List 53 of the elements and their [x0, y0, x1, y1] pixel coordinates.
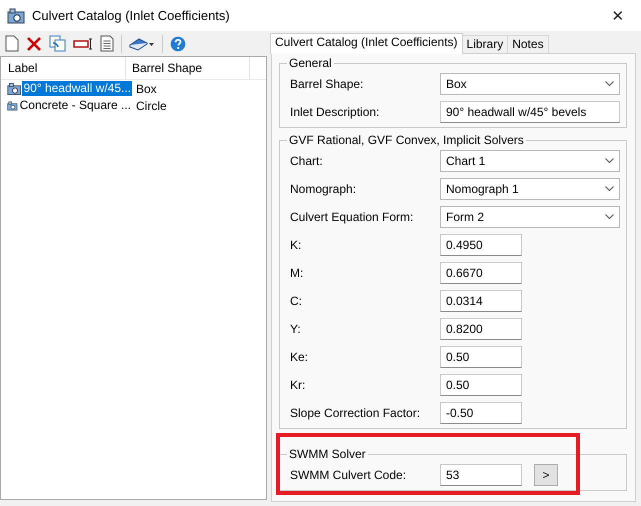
column-header[interactable]: Label: [1, 57, 126, 79]
field-label: Ke:: [289, 350, 310, 364]
tab[interactable]: Culvert Catalog (Inlet Coefficients): [270, 33, 463, 54]
input-field[interactable]: 0.50: [440, 346, 522, 368]
field-label: Kr:: [289, 378, 306, 392]
column-header[interactable]: Barrel Shape: [126, 57, 250, 79]
field-label: SWMM Culvert Code:: [289, 468, 408, 482]
duplicate-icon[interactable]: [49, 35, 66, 52]
input-field[interactable]: 0.6670: [440, 262, 522, 284]
group-title: GVF Rational, GVF Convex, Implicit Solvers: [288, 133, 525, 147]
new-document-icon[interactable]: [5, 35, 19, 52]
field-label: Nomograph:: [289, 182, 358, 196]
field-label: Barrel Shape:: [289, 77, 364, 91]
group-title: General: [288, 56, 333, 70]
dropdown[interactable]: Nomograph 1: [440, 178, 620, 200]
field-label: Y:: [289, 322, 302, 336]
rename-icon[interactable]: [73, 38, 93, 50]
dropdown[interactable]: Chart 1: [440, 150, 620, 172]
list-item[interactable]: Concrete - Square ...: [18, 98, 132, 113]
input-field[interactable]: 0.50: [440, 374, 522, 396]
input-field[interactable]: 53: [440, 464, 522, 486]
list-item[interactable]: 90° headwall w/45...: [22, 81, 132, 96]
field-label: Inlet Description:: [289, 105, 380, 119]
dropdown[interactable]: Box: [440, 73, 620, 95]
group-title: SWMM Solver: [288, 447, 367, 461]
chevron-down-icon: [605, 81, 614, 87]
document-icon[interactable]: [100, 35, 114, 52]
camera-icon: [7, 80, 22, 96]
help-icon[interactable]: [170, 36, 186, 52]
chevron-down-icon: [605, 186, 614, 192]
close-button[interactable]: ✕: [595, 6, 641, 24]
field-label: Culvert Equation Form:: [289, 210, 414, 224]
field-label: Slope Correction Factor:: [289, 406, 422, 420]
input-field[interactable]: 0.8200: [440, 318, 522, 340]
window-title: Culvert Catalog (Inlet Coefficients): [32, 8, 231, 23]
tab[interactable]: Notes: [507, 35, 549, 54]
input-field[interactable]: 0.0314: [440, 290, 522, 312]
input-field[interactable]: -0.50: [440, 402, 522, 424]
field-label: Chart:: [289, 154, 324, 168]
book-icon[interactable]: [129, 36, 155, 50]
browse-button[interactable]: >: [534, 464, 558, 486]
field-label: K:: [289, 238, 302, 252]
table-cell-text: Circle: [135, 98, 167, 112]
input-field[interactable]: 90° headwall w/45° bevels: [440, 101, 620, 123]
table-cell-text: Box: [135, 82, 157, 96]
delete-icon[interactable]: [26, 36, 42, 52]
field-label: C:: [289, 294, 303, 308]
input-field[interactable]: 0.4950: [440, 234, 522, 256]
chevron-down-icon: [605, 214, 614, 220]
chevron-down-icon: [605, 158, 614, 164]
field-label: M:: [289, 266, 304, 280]
camera-icon: [7, 8, 25, 24]
dropdown[interactable]: Form 2: [440, 206, 620, 228]
